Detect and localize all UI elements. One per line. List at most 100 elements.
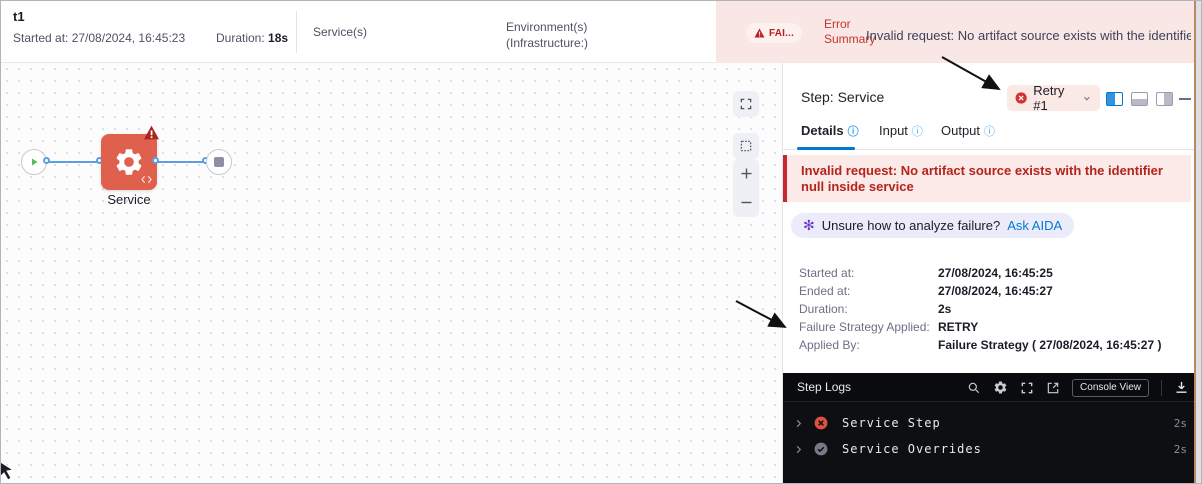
- search-icon[interactable]: [967, 381, 981, 395]
- header-error-summary: FAI... Error Summary Invalid request: No…: [716, 1, 1197, 63]
- layout-right-fill: [1163, 93, 1172, 105]
- duration-value: 18s: [268, 31, 289, 45]
- chevron-right-icon[interactable]: [793, 418, 804, 429]
- step-logs-toolbar: Console View: [967, 373, 1189, 402]
- log-row-name: Service Overrides: [842, 442, 982, 456]
- detail-row-duration: Duration: 2s: [799, 302, 1181, 320]
- aida-suggestion-pill: Unsure how to analyze failure? Ask AIDA: [791, 213, 1075, 238]
- minimize-panel-button[interactable]: [1179, 98, 1191, 100]
- pipeline-canvas[interactable]: Service: [1, 63, 783, 483]
- layout-left-fill: [1107, 93, 1115, 105]
- failed-status-badge[interactable]: FAI...: [746, 23, 803, 43]
- log-status-failed-icon: [814, 416, 828, 430]
- port: [152, 157, 159, 164]
- detail-value: 2s: [938, 302, 952, 316]
- step-details-panel: Step: Service Retry #1 Details Input: [783, 63, 1197, 483]
- log-row-service-step[interactable]: Service Step 2s: [783, 410, 1197, 436]
- layout-left-panel-button[interactable]: [1106, 92, 1123, 106]
- aida-question: Unsure how to analyze failure?: [821, 218, 1001, 233]
- layout-bottom-panel-button[interactable]: [1131, 92, 1148, 106]
- failed-badge-label: FAI...: [769, 27, 795, 39]
- log-row-service-overrides[interactable]: Service Overrides 2s: [783, 436, 1197, 462]
- detail-label: Applied By:: [799, 338, 860, 352]
- started-at-text: Started at: 27/08/2024, 16:45:23: [13, 31, 186, 45]
- download-logs-icon[interactable]: [1174, 380, 1189, 395]
- window-edge-accent: [1194, 1, 1196, 483]
- canvas-zoom-controls: [733, 159, 759, 217]
- tab-input-label: Input: [879, 123, 908, 138]
- zoom-in-icon[interactable]: [739, 166, 754, 181]
- warning-triangle-icon: [754, 28, 765, 38]
- mouse-cursor-icon: [1, 461, 15, 481]
- edge-start-to-service: [47, 161, 101, 163]
- tab-output-label: Output: [941, 123, 981, 138]
- zoom-out-icon[interactable]: [739, 195, 754, 210]
- fullscreen-icon: [740, 98, 752, 110]
- console-view-button[interactable]: Console View: [1072, 378, 1149, 397]
- log-row-name: Service Step: [842, 416, 941, 430]
- detail-value: 27/08/2024, 16:45:25: [938, 266, 1053, 280]
- detail-label: Ended at:: [799, 284, 851, 298]
- info-icon[interactable]: [984, 123, 995, 139]
- stop-icon: [214, 157, 224, 167]
- end-node[interactable]: [206, 149, 232, 175]
- service-node-label: Service: [107, 192, 151, 207]
- edge-service-to-end: [157, 161, 207, 163]
- layout-bottom-fill: [1132, 99, 1147, 105]
- detail-label: Failure Strategy Applied:: [799, 320, 930, 334]
- error-summary-text: Invalid request: No artifact source exis…: [866, 28, 1191, 43]
- detail-label: Started at:: [799, 266, 855, 280]
- step-logs-header: Step Logs Console View: [783, 373, 1197, 402]
- open-external-icon[interactable]: [1046, 381, 1060, 395]
- aida-icon: [803, 217, 815, 234]
- environments-text: Environment(s): [506, 20, 588, 34]
- info-icon[interactable]: [912, 123, 923, 139]
- log-row-duration: 2s: [1173, 416, 1187, 430]
- tab-output[interactable]: Output: [941, 123, 995, 139]
- pipeline-name: t1: [13, 9, 25, 24]
- log-status-success-icon: [814, 442, 828, 456]
- detail-row-started-at: Started at: 27/08/2024, 16:45:25: [799, 266, 1181, 284]
- detail-value: 27/08/2024, 16:45:27: [938, 284, 1053, 298]
- play-icon: [32, 158, 38, 166]
- environments-label: Environment(s) (Infrastructure:): [506, 19, 588, 51]
- detail-row-applied-by: Applied By: Failure Strategy ( 27/08/202…: [799, 338, 1181, 356]
- failed-circle-icon: [1015, 92, 1027, 104]
- execution-header: t1 Started at: 27/08/2024, 16:45:23 Dura…: [1, 1, 1197, 63]
- duration-text: Duration: 18s: [216, 31, 288, 45]
- retry-dropdown-label: Retry #1: [1033, 83, 1065, 113]
- step-panel-title: Step: Service: [801, 89, 885, 105]
- marquee-select-icon: [740, 140, 752, 152]
- chevron-right-icon[interactable]: [793, 444, 804, 455]
- port: [43, 157, 50, 164]
- chevron-down-icon: [1084, 96, 1090, 100]
- step-error-banner: Invalid request: No artifact source exis…: [783, 155, 1191, 202]
- detail-label: Duration:: [799, 302, 848, 316]
- info-icon[interactable]: [848, 123, 859, 139]
- step-tabs: Details Input Output: [783, 119, 1197, 150]
- detail-row-failure-strategy: Failure Strategy Applied: RETRY: [799, 320, 1181, 338]
- step-error-message: Invalid request: No artifact source exis…: [801, 162, 1163, 194]
- pipeline-execution-screen: t1 Started at: 27/08/2024, 16:45:23 Dura…: [0, 0, 1202, 484]
- step-logs-console: Step Logs Console View Service Step 2s S…: [783, 373, 1197, 483]
- code-icon: [141, 175, 152, 184]
- window-edge: [1196, 1, 1201, 483]
- layout-right-panel-button[interactable]: [1156, 92, 1173, 106]
- detail-row-ended-at: Ended at: 27/08/2024, 16:45:27: [799, 284, 1181, 302]
- tab-details[interactable]: Details: [801, 123, 859, 139]
- detail-value: RETRY: [938, 320, 979, 334]
- infrastructure-text: (Infrastructure:): [506, 36, 589, 50]
- node-warning-triangle-icon: [144, 125, 159, 140]
- canvas-fullscreen-button[interactable]: [733, 91, 759, 117]
- log-settings-gear-icon[interactable]: [993, 380, 1008, 395]
- step-logs-title: Step Logs: [797, 380, 852, 394]
- active-tab-underline: [797, 147, 855, 150]
- header-divider: [296, 11, 297, 53]
- duration-label: Duration:: [216, 31, 265, 45]
- canvas-select-button[interactable]: [733, 133, 759, 159]
- expand-logs-icon[interactable]: [1020, 381, 1034, 395]
- ask-aida-link[interactable]: Ask AIDA: [1007, 218, 1062, 233]
- retry-dropdown[interactable]: Retry #1: [1007, 83, 1100, 113]
- tab-input[interactable]: Input: [879, 123, 923, 139]
- toolbar-divider: [1161, 379, 1162, 396]
